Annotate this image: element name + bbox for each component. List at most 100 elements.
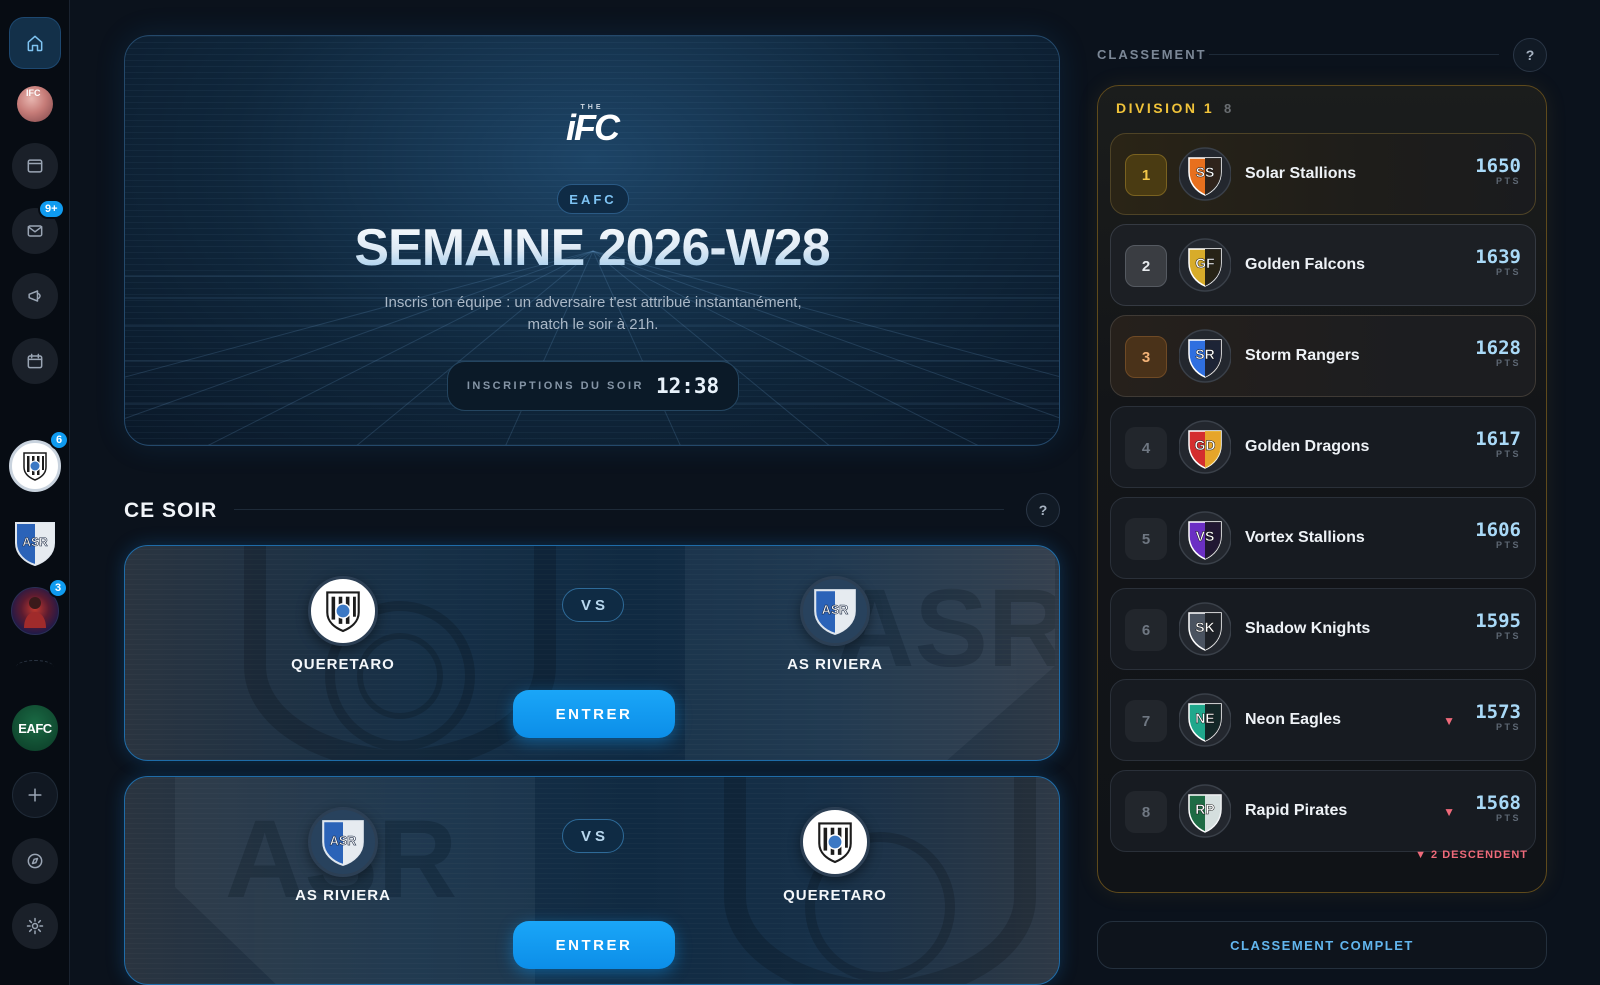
svg-text:ASR: ASR — [330, 834, 356, 848]
team-name: Neon Eagles — [1245, 711, 1342, 728]
rank-position: 7 — [1125, 700, 1167, 742]
compass-icon — [27, 853, 43, 869]
team-name: Vortex Stallions — [1245, 529, 1365, 546]
enter-match-button[interactable]: ENTRER — [513, 921, 675, 969]
club-queretaro-badge: 6 — [49, 430, 70, 450]
relegation-arrow-icon: ▼ — [1443, 805, 1455, 819]
team-name: Solar Stallions — [1245, 165, 1357, 182]
rank-position: 8 — [1125, 791, 1167, 833]
team-shield-icon: GD — [1179, 420, 1231, 474]
week-hero-banner: THE iFC EAFC SEMAINE 2026-W28 Inscris to… — [124, 35, 1060, 446]
sidebar-divider — [16, 660, 54, 674]
team-shield-icon: RP — [1179, 784, 1231, 838]
club-player-badge: 3 — [48, 578, 69, 598]
hero-subtitle: Inscris ton équipe : un adversaire t'est… — [384, 294, 802, 333]
svg-text:NE: NE — [1195, 710, 1214, 726]
megaphone-icon — [28, 290, 41, 302]
mail-icon — [27, 225, 43, 237]
countdown-label: INSCRIPTIONS DU SOIR — [466, 380, 644, 392]
calendar-icon — [27, 353, 43, 369]
svg-text:SR: SR — [1195, 346, 1214, 362]
mail-badge: 9+ — [38, 199, 65, 219]
standings-help-button[interactable]: ? — [1513, 38, 1547, 72]
svg-text:GF: GF — [1195, 255, 1215, 271]
division-team-count: 8 — [1224, 101, 1232, 116]
away-team: ASR AS RIVIERA — [755, 576, 915, 673]
team-points: 1568 PTS — [1475, 792, 1521, 823]
team-shield-icon: SS — [1179, 147, 1231, 201]
registration-countdown: INSCRIPTIONS DU SOIR 12:38 — [447, 361, 739, 411]
enter-match-button[interactable]: ENTRER — [513, 690, 675, 738]
team-shield-icon: GF — [1179, 238, 1231, 292]
tonight-header: CE SOIR ? — [124, 493, 1060, 527]
standings-row[interactable]: 2 GF Golden Falcons 1639 PTS — [1110, 224, 1536, 306]
settings-button[interactable] — [12, 903, 58, 949]
vs-pill: VS — [562, 588, 624, 622]
vs-pill: VS — [562, 819, 624, 853]
relegation-note: ▼ 2 DESCENDENT — [1415, 849, 1528, 861]
away-team: QUERETARO — [755, 807, 915, 904]
queretaro-crest-icon — [308, 576, 378, 646]
svg-text:SS: SS — [1196, 164, 1215, 180]
home-team-name: QUERETARO — [291, 656, 395, 673]
match-card: ASR QUERETARO VS ASR AS RIVIERA ENTRER — [124, 545, 1060, 761]
week-title: SEMAINE 2026-W28 — [125, 218, 1059, 278]
away-team-name: AS RIVIERA — [787, 656, 883, 673]
standings-row[interactable]: 6 SK Shadow Knights 1595 PTS — [1110, 588, 1536, 670]
team-name: Storm Rangers — [1245, 347, 1360, 364]
player-silhouette-icon — [24, 597, 46, 628]
announcements-button[interactable] — [12, 273, 58, 319]
svg-text:GD: GD — [1195, 437, 1216, 453]
eafc-community-avatar[interactable]: EAFC — [12, 705, 58, 751]
standings-row[interactable]: 8 RP Rapid Pirates ▼ 1568 PTS — [1110, 770, 1536, 852]
svg-text:ASR: ASR — [822, 603, 848, 617]
wallet-button[interactable] — [12, 143, 58, 189]
full-standings-button[interactable]: CLASSEMENT COMPLET — [1097, 921, 1547, 969]
team-name: Shadow Knights — [1245, 620, 1371, 637]
countdown-time: 12:38 — [655, 374, 720, 398]
tonight-divider — [234, 509, 1004, 510]
standings-header: CLASSEMENT ? — [1097, 38, 1547, 72]
queretaro-crest-icon — [23, 452, 47, 481]
rank-position: 5 — [1125, 518, 1167, 560]
rank-position: 3 — [1125, 336, 1167, 378]
game-tag: EAFC — [557, 184, 629, 214]
relegation-arrow-icon: ▼ — [1443, 714, 1455, 728]
rank-position: 6 — [1125, 609, 1167, 651]
standings-row[interactable]: 4 GD Golden Dragons 1617 PTS — [1110, 406, 1536, 488]
asr-crest-icon: ASR — [15, 522, 55, 567]
svg-text:SK: SK — [1195, 619, 1214, 635]
standings-divider — [1209, 54, 1499, 55]
standings-row[interactable]: 3 SR Storm Rangers 1628 PTS — [1110, 315, 1536, 397]
home-icon — [27, 35, 43, 52]
team-name: Rapid Pirates — [1245, 802, 1348, 819]
team-points: 1595 PTS — [1475, 610, 1521, 641]
division-title: DIVISION 1 — [1116, 100, 1215, 116]
user-avatar[interactable]: IFC — [17, 86, 53, 122]
standings-row[interactable]: 5 VS Vortex Stallions 1606 PTS — [1110, 497, 1536, 579]
team-points: 1617 PTS — [1475, 428, 1521, 459]
team-shield-icon: SK — [1179, 602, 1231, 656]
sidebar: IFC 9+ 6 ASR 3 EAFC — [0, 0, 70, 985]
team-points: 1628 PTS — [1475, 337, 1521, 368]
standings-title: CLASSEMENT — [1097, 47, 1207, 62]
add-button[interactable] — [12, 772, 58, 818]
svg-text:RP: RP — [1195, 801, 1214, 817]
standings-row[interactable]: 1 SS Solar Stallions 1650 PTS — [1110, 133, 1536, 215]
svg-text:VS: VS — [1196, 528, 1215, 544]
team-shield-icon: VS — [1179, 511, 1231, 565]
team-shield-icon: NE — [1179, 693, 1231, 747]
match-card: ASR ASR AS RIVIERA VS QUERETARO ENTRER — [124, 776, 1060, 985]
wallet-icon — [27, 159, 43, 173]
explore-button[interactable] — [12, 838, 58, 884]
tonight-help-button[interactable]: ? — [1026, 493, 1060, 527]
calendar-button[interactable] — [12, 338, 58, 384]
team-shield-icon: SR — [1179, 329, 1231, 383]
home-button[interactable] — [10, 18, 60, 68]
club-asriviera-avatar[interactable]: ASR — [9, 517, 61, 569]
asr-crest-icon: ASR — [800, 576, 870, 646]
svg-text:ASR: ASR — [22, 535, 48, 549]
team-points: 1573 PTS — [1475, 701, 1521, 732]
standings-row[interactable]: 7 NE Neon Eagles ▼ 1573 PTS — [1110, 679, 1536, 761]
tonight-title: CE SOIR — [124, 499, 218, 522]
